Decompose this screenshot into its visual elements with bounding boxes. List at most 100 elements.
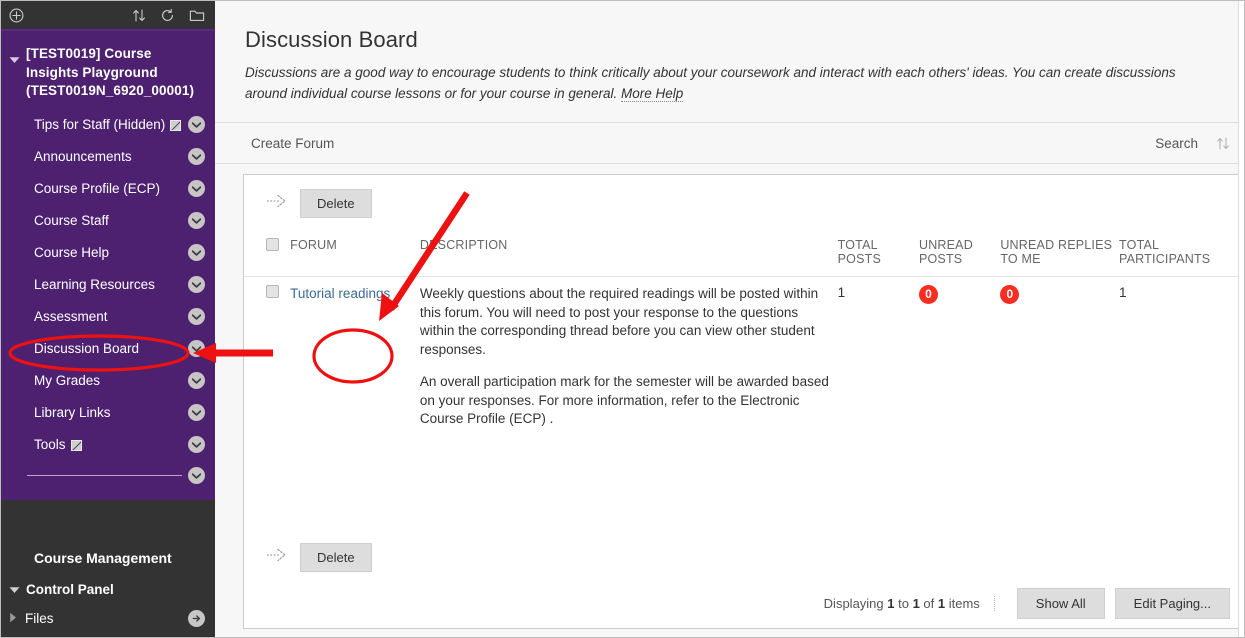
sidebar-item-my-grades[interactable]: My Grades	[1, 365, 215, 397]
unread-posts-badge[interactable]: 0	[918, 285, 938, 304]
sidebar-separator	[1, 499, 215, 528]
arrow-right-icon[interactable]	[188, 610, 205, 628]
sidebar-item-label: My Grades	[34, 373, 101, 388]
control-panel-row[interactable]: Control Panel	[1, 576, 215, 604]
content-body: Delete FORUM DESCRIPTION TOTAL POSTS UNR…	[215, 164, 1244, 637]
bottom-action-row: Delete	[244, 543, 372, 572]
displaying-prefix: Displaying	[823, 596, 888, 611]
delete-button-bottom[interactable]: Delete	[300, 543, 372, 572]
sidebar-item-course-profile[interactable]: Course Profile (ECP)	[1, 173, 215, 205]
divider-line	[27, 475, 182, 476]
folder-icon[interactable]	[189, 8, 205, 23]
chevron-down-icon[interactable]	[188, 436, 205, 453]
sidebar-item-course-help[interactable]: Course Help	[1, 237, 215, 269]
chevron-down-icon[interactable]	[188, 276, 205, 293]
column-header-unread-replies-to-me[interactable]: UNREAD REPLIES TO ME	[1000, 232, 1119, 277]
action-bar: Create Forum Search	[215, 122, 1244, 164]
forum-table-body: Tutorial readings Weekly questions about…	[244, 276, 1240, 439]
create-forum-button[interactable]: Create Forum	[247, 132, 338, 155]
sidebar-item-tools[interactable]: Tools	[1, 429, 215, 461]
top-action-row: Delete	[244, 189, 1240, 218]
files-label: Files	[25, 611, 54, 627]
more-help-link[interactable]: More Help	[620, 86, 684, 102]
forum-table: FORUM DESCRIPTION TOTAL POSTS UNREAD POS…	[244, 232, 1240, 439]
caret-down-icon[interactable]	[9, 582, 20, 597]
sidebar-item-label: Tips for Staff (Hidden)	[34, 117, 166, 132]
chevron-down-icon[interactable]	[188, 148, 205, 165]
chevron-down-icon[interactable]	[188, 467, 205, 484]
forum-name-cell: Tutorial readings	[290, 276, 420, 439]
unread-replies-badge[interactable]: 0	[1000, 285, 1020, 304]
add-icon[interactable]	[9, 8, 24, 23]
course-management-title: Course Management	[34, 549, 172, 566]
chevron-down-icon[interactable]	[188, 340, 205, 357]
forum-link-tutorial-readings[interactable]: Tutorial readings	[290, 285, 390, 303]
sidebar-item-course-staff[interactable]: Course Staff	[1, 205, 215, 237]
sort-order-icon[interactable]	[1216, 136, 1230, 151]
course-title-row[interactable]: [TEST0019] Course Insights Playground (T…	[1, 31, 215, 109]
page-description-text: Discussions are a good way to encourage …	[245, 65, 1176, 101]
control-panel-label: Control Panel	[26, 582, 114, 598]
select-all-header	[244, 232, 290, 277]
course-menu-divider	[1, 461, 215, 491]
sidebar-item-label: Tools	[34, 437, 66, 452]
sidebar-item-learning-resources[interactable]: Learning Resources	[1, 269, 215, 301]
chevron-down-icon[interactable]	[188, 244, 205, 261]
column-header-total-participants[interactable]: TOTAL PARTICIPANTS	[1119, 232, 1240, 277]
sidebar-item-tips-for-staff[interactable]: Tips for Staff (Hidden)	[1, 109, 215, 141]
forum-list-panel: Delete FORUM DESCRIPTION TOTAL POSTS UNR…	[243, 174, 1240, 629]
chevron-down-icon[interactable]	[188, 404, 205, 421]
description-paragraph-2: An overall participation mark for the se…	[419, 374, 829, 426]
table-row: Tutorial readings Weekly questions about…	[244, 276, 1240, 439]
refresh-icon[interactable]	[160, 8, 175, 23]
sidebar-item-label: Announcements	[34, 149, 132, 164]
paging-mid1: to	[894, 596, 913, 611]
course-menu-sidebar: [TEST0019] Course Insights Playground (T…	[1, 1, 215, 637]
caret-right-icon[interactable]	[9, 611, 17, 626]
caret-down-icon[interactable]	[9, 51, 20, 69]
page-description: Discussions are a good way to encourage …	[245, 62, 1220, 104]
paging-bar: Displaying 1 to 1 of 1 items Show All Ed…	[824, 588, 1230, 619]
hidden-item-icon	[70, 440, 82, 451]
forum-table-head: FORUM DESCRIPTION TOTAL POSTS UNREAD POS…	[244, 232, 1240, 277]
course-title-text: [TEST0019] Course Insights Playground (T…	[26, 46, 195, 98]
search-button[interactable]: Search	[1151, 132, 1202, 155]
sidebar-item-files[interactable]: Files	[1, 604, 215, 634]
edit-paging-button[interactable]: Edit Paging...	[1114, 588, 1230, 619]
sidebar-item-label: Learning Resources	[34, 277, 155, 292]
sidebar-item-label: Assessment	[34, 309, 108, 324]
show-all-button[interactable]: Show All	[1016, 588, 1105, 619]
paging-suffix: items	[945, 596, 980, 611]
column-header-total-posts[interactable]: TOTAL POSTS	[838, 232, 919, 277]
dotted-arrow-icon	[266, 547, 288, 568]
right-scroll-gutter[interactable]	[1238, 1, 1244, 637]
sidebar-item-label: Course Staff	[34, 213, 109, 228]
column-header-forum[interactable]: FORUM	[290, 232, 420, 277]
sidebar-item-discussion-board[interactable]: Discussion Board	[1, 333, 215, 365]
select-all-checkbox[interactable]	[266, 238, 279, 251]
total-posts-cell: 1	[837, 276, 919, 439]
sidebar-item-library-links[interactable]: Library Links	[1, 397, 215, 429]
sidebar-item-label: Library Links	[34, 405, 111, 420]
page-header: Discussion Board Discussions are a good …	[215, 1, 1244, 104]
row-checkbox[interactable]	[266, 285, 279, 298]
chevron-down-icon[interactable]	[188, 180, 205, 197]
chevron-down-icon[interactable]	[188, 372, 205, 389]
row-select-cell	[244, 276, 291, 439]
course-management-panel: Course Management Control Panel Files	[1, 527, 215, 637]
sidebar-item-assessment[interactable]: Assessment	[1, 301, 215, 333]
chevron-down-icon[interactable]	[188, 116, 205, 133]
delete-button-top[interactable]: Delete	[300, 189, 372, 218]
sidebar-item-announcements[interactable]: Announcements	[1, 141, 215, 173]
description-paragraph-1: Weekly questions about the required read…	[419, 286, 819, 357]
chevron-down-icon[interactable]	[188, 212, 205, 229]
forum-description-cell: Weekly questions about the required read…	[419, 276, 838, 439]
paging-mid2: of	[919, 596, 938, 611]
table-header-row: FORUM DESCRIPTION TOTAL POSTS UNREAD POS…	[244, 232, 1240, 277]
chevron-down-icon[interactable]	[188, 308, 205, 325]
paging-from: 1	[887, 596, 895, 611]
column-header-unread-posts[interactable]: UNREAD POSTS	[919, 232, 1000, 277]
reorder-icon[interactable]	[132, 8, 146, 23]
unread-posts-cell: 0	[918, 276, 1001, 439]
column-header-description[interactable]: DESCRIPTION	[420, 232, 838, 277]
